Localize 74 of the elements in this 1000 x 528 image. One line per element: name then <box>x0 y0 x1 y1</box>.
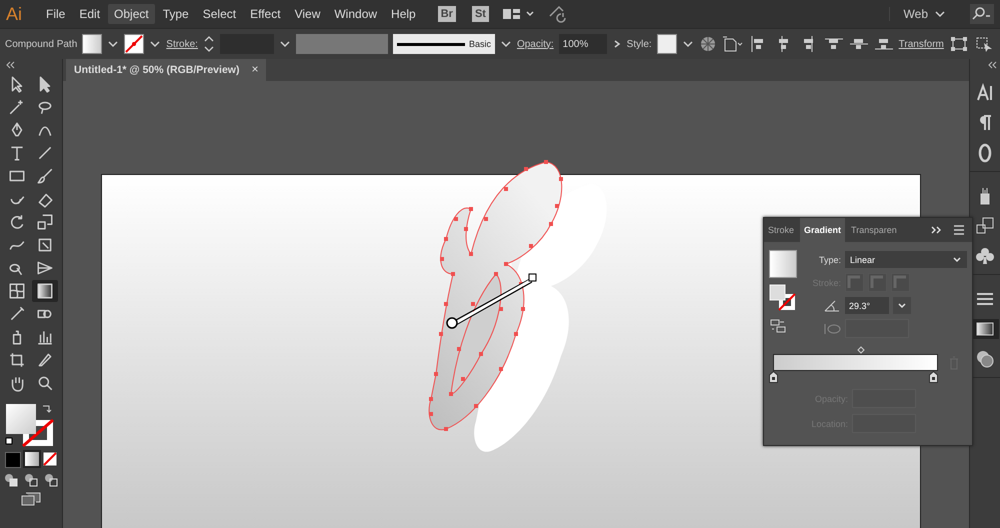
caret-icon[interactable] <box>149 39 162 49</box>
brush-dropdown[interactable]: Basic <box>392 34 495 54</box>
panel-tab[interactable]: Gradient <box>800 218 846 242</box>
fill-stroke-swatches[interactable] <box>769 284 797 312</box>
collapse-icon[interactable] <box>987 61 997 69</box>
opacity-label[interactable]: Opacity: <box>516 38 554 50</box>
style-label: Style: <box>626 38 652 50</box>
color-stop-icon[interactable] <box>769 371 778 383</box>
workspace-switcher[interactable]: Web <box>888 7 932 21</box>
gradient-ramp[interactable] <box>773 354 938 371</box>
aspect-ratio-icon <box>823 322 841 336</box>
panel-tab[interactable]: Transparen <box>847 218 901 242</box>
stock-button[interactable]: St <box>472 6 489 22</box>
angle-field[interactable]: 29.3° <box>845 297 889 314</box>
collapse-icon[interactable] <box>4 61 16 69</box>
isolate-icon[interactable] <box>974 35 994 53</box>
gradient-type-dropdown[interactable]: Linear <box>845 251 967 268</box>
chevron-right-icon[interactable] <box>612 39 622 49</box>
bridge-button[interactable]: Br <box>438 6 456 22</box>
stroke-swatch[interactable] <box>124 34 144 54</box>
caret-icon[interactable] <box>500 39 512 49</box>
club-icon[interactable] <box>975 246 995 266</box>
angle-icon <box>823 298 841 312</box>
caret-icon[interactable] <box>682 39 694 49</box>
color-mode-button[interactable] <box>5 452 21 468</box>
caret-icon[interactable] <box>278 39 291 49</box>
menu-icon[interactable] <box>952 224 966 236</box>
menu-item[interactable]: Select <box>196 4 242 24</box>
gradient-swatch[interactable] <box>769 250 797 278</box>
style-swatch[interactable] <box>656 34 677 54</box>
variable-width-field[interactable] <box>296 34 388 54</box>
document-tab[interactable]: Untitled-1* @ 50% (RGB/Preview) <box>66 59 248 81</box>
gradient-icon[interactable] <box>32 280 58 302</box>
character-icon[interactable] <box>975 83 995 103</box>
menu-item[interactable]: Type <box>156 4 195 24</box>
menu-item[interactable]: View <box>288 4 326 24</box>
transform-link[interactable]: Transform <box>898 38 944 50</box>
close-tab-button[interactable]: × <box>247 59 266 81</box>
transparency-icon[interactable] <box>975 349 995 369</box>
draw-mode-icon[interactable] <box>3 472 19 488</box>
menu-item[interactable]: Edit <box>73 4 106 24</box>
document-icon[interactable] <box>722 35 744 53</box>
caret-icon[interactable] <box>107 39 120 49</box>
color-stop-icon[interactable] <box>929 371 938 383</box>
recolor-icon[interactable] <box>698 35 717 53</box>
screen-mode-icon[interactable] <box>20 492 42 506</box>
menu-item[interactable]: Object <box>108 4 155 24</box>
gradient-panel-icon[interactable] <box>971 319 999 339</box>
menu-item[interactable]: Effect <box>244 4 287 24</box>
caret-icon[interactable] <box>952 256 962 264</box>
stroke-label[interactable]: Stroke: <box>166 38 198 50</box>
symbols-icon[interactable] <box>975 216 995 236</box>
gradient-annotator[interactable] <box>446 274 536 329</box>
none-mode-button[interactable] <box>43 452 57 466</box>
panel-tab[interactable]: Stroke <box>764 218 798 242</box>
midpoint-diamond-icon[interactable] <box>856 346 864 354</box>
caret-icon[interactable] <box>934 9 946 19</box>
menu-item[interactable]: File <box>40 4 72 24</box>
draw-mode-icon[interactable] <box>43 472 59 488</box>
fill-swatch[interactable] <box>82 34 102 54</box>
stepper-icon[interactable] <box>202 35 215 53</box>
fill-stroke-swatches[interactable] <box>5 402 57 448</box>
menu-item[interactable]: Help <box>385 4 422 24</box>
layout-icon[interactable] <box>500 6 535 22</box>
type-label: Type: <box>818 254 841 264</box>
search-icon[interactable] <box>970 4 994 24</box>
bounding-box-icon[interactable] <box>948 35 969 53</box>
angle-dropdown[interactable] <box>893 297 911 314</box>
menu-item[interactable]: Window <box>328 4 384 24</box>
caret-icon[interactable] <box>897 302 907 310</box>
opacity-field[interactable]: 100% <box>558 34 607 54</box>
selection-label: Compound Path <box>5 38 78 50</box>
draw-mode-icon[interactable] <box>23 472 39 488</box>
app-logo: Ai <box>6 4 24 24</box>
